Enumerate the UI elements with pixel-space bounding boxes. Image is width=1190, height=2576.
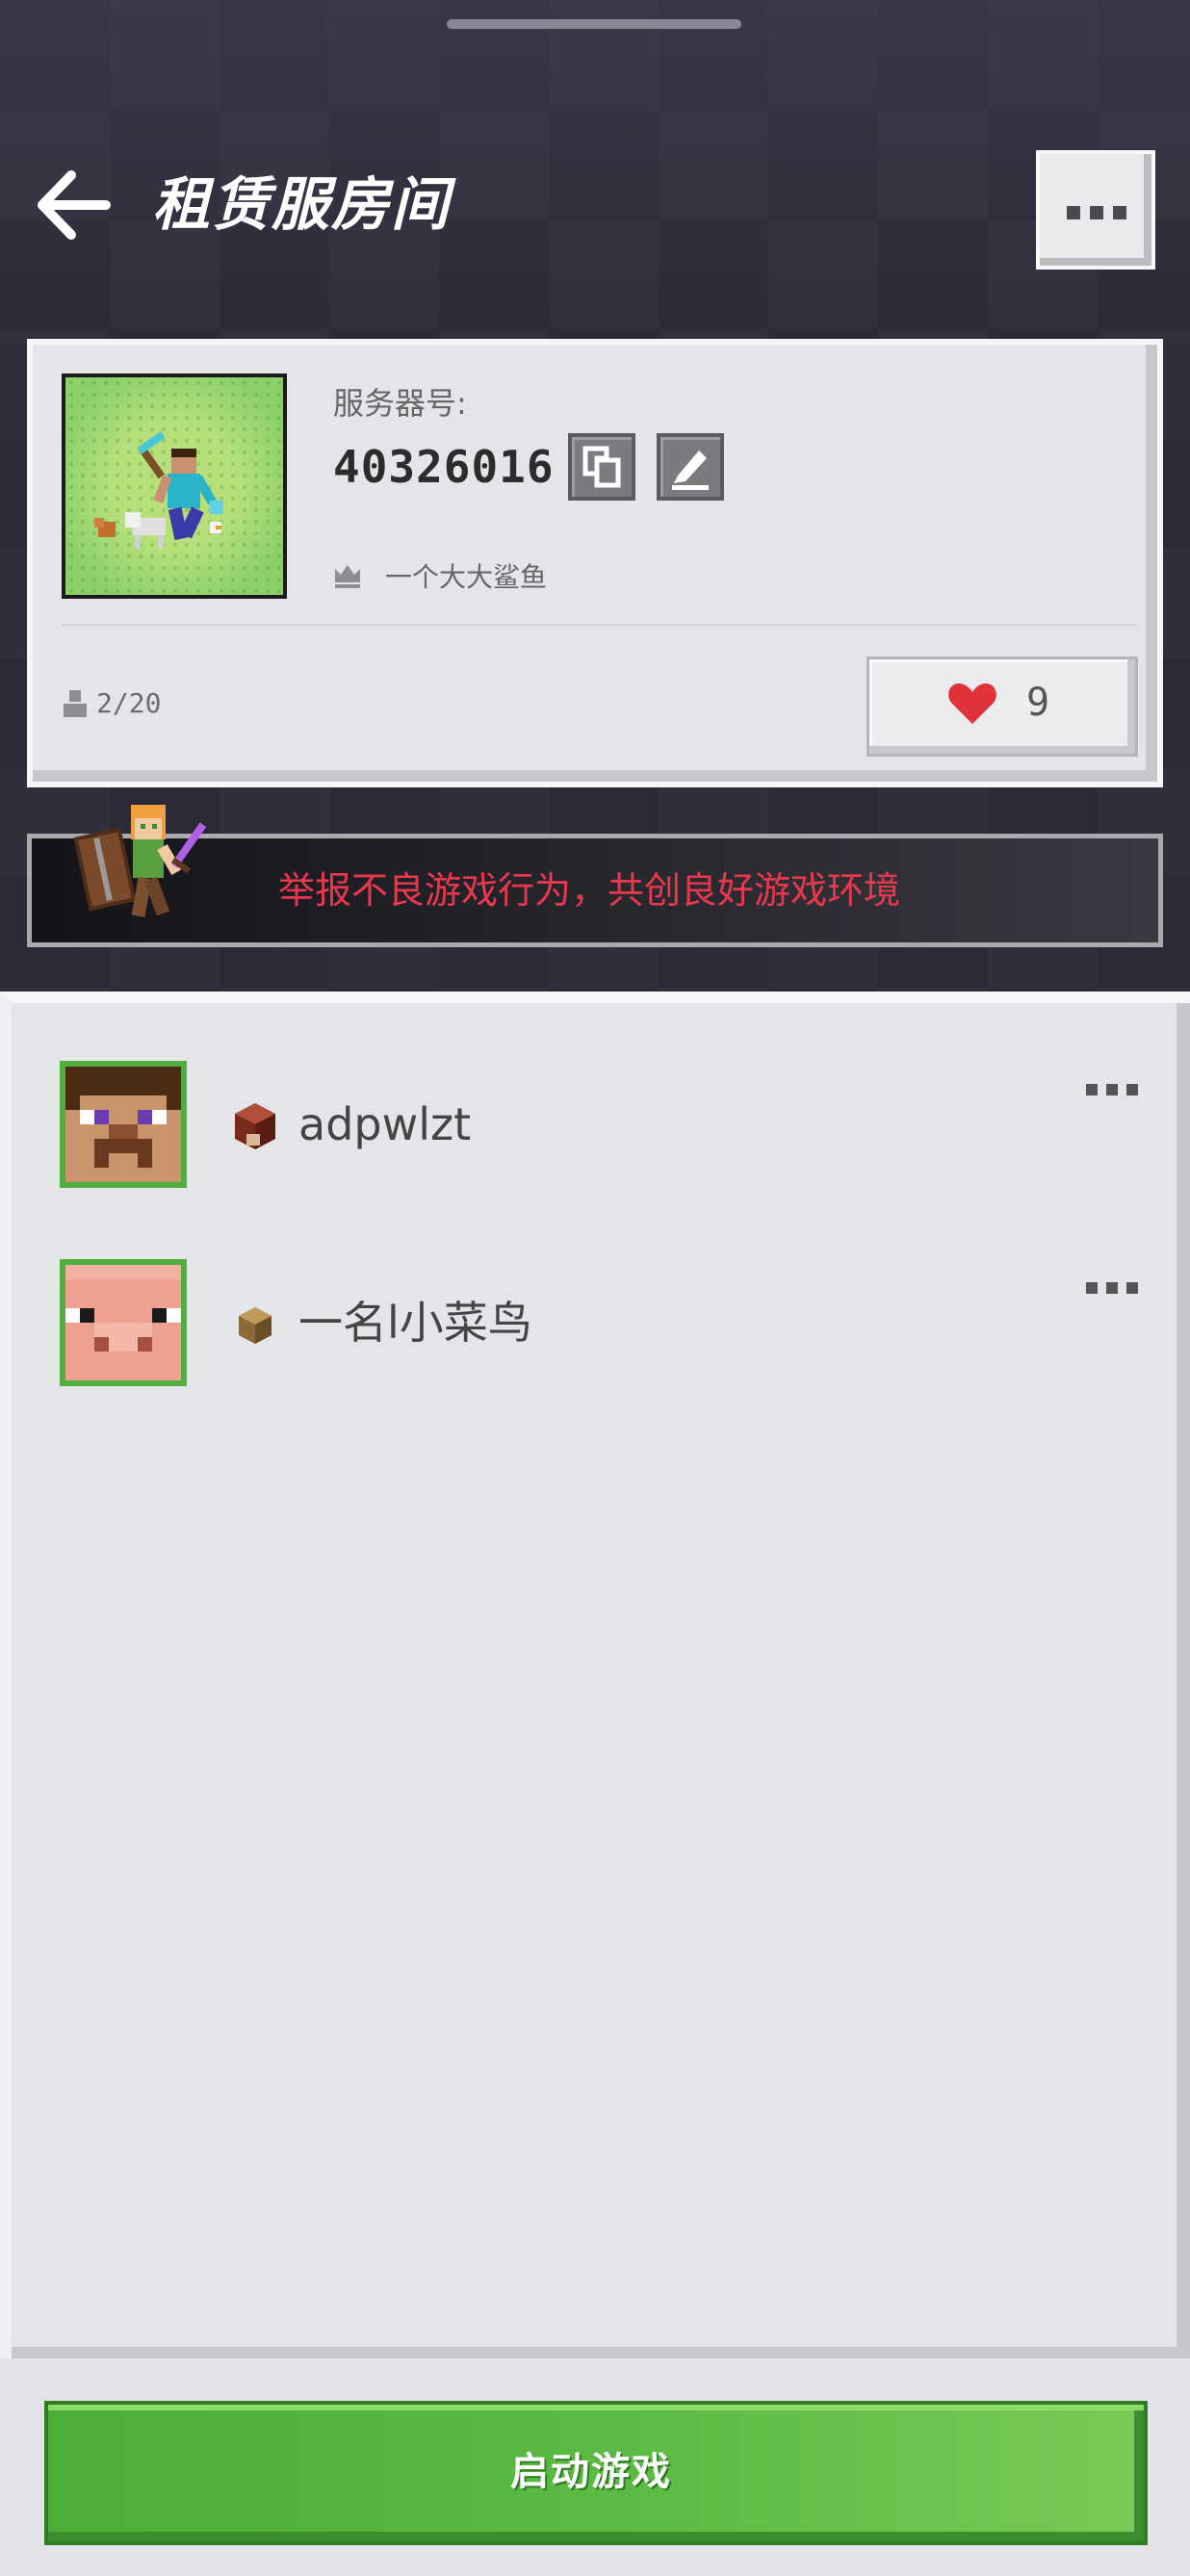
wood-block-icon (239, 1307, 272, 1344)
back-button[interactable] (35, 166, 114, 245)
owner-name: 一个大大鲨鱼 (385, 561, 548, 593)
alex-character-image (58, 795, 231, 949)
arrow-left-icon (38, 170, 111, 240)
player-name: 一名l小菜鸟 (298, 1297, 532, 1349)
list-item[interactable]: 一名l小菜鸟 (50, 1259, 1167, 1390)
card-divider (62, 624, 1136, 626)
server-thumbnail (62, 374, 287, 599)
player-count-text: 2/20 (96, 686, 162, 719)
list-item[interactable]: adpwlzt (50, 1061, 1167, 1192)
player-list: adpwlzt 一名l小菜鸟 (0, 992, 1190, 2358)
player-more-button[interactable] (1076, 1074, 1148, 1105)
copy-button[interactable] (568, 433, 635, 501)
like-button[interactable]: 9 (867, 657, 1138, 757)
heart-icon (948, 683, 996, 724)
server-number: 40326016 (333, 441, 555, 493)
more-options-button[interactable] (1036, 150, 1155, 270)
person-icon (64, 690, 87, 717)
report-banner-text: 举报不良游戏行为，共创良好游戏环境 (278, 869, 901, 912)
edit-pencil-icon (672, 451, 709, 490)
player-count: 2/20 (62, 683, 161, 722)
copy-icon (582, 446, 621, 488)
bottom-bar: 启动游戏 (0, 2358, 1190, 2576)
start-game-label: 启动游戏 (510, 2450, 672, 2494)
crown-icon (335, 565, 360, 588)
like-count: 9 (1025, 681, 1050, 725)
server-number-label: 服务器号: (333, 385, 467, 422)
player-name: adpwlzt (298, 1098, 472, 1150)
start-game-button[interactable]: 启动游戏 (44, 2401, 1148, 2545)
sheet-grabber[interactable] (447, 19, 741, 29)
owner-row: 一个大大鲨鱼 (333, 556, 547, 595)
pig-avatar (60, 1259, 187, 1386)
steve-avatar (60, 1061, 187, 1188)
edit-button[interactable] (657, 433, 724, 501)
redstone-block-icon (235, 1103, 275, 1149)
server-card: 服务器号: 40326016 一个大大鲨鱼 2/20 9 (27, 339, 1163, 787)
player-more-button[interactable] (1076, 1273, 1148, 1303)
page-title: 租赁服房间 (152, 171, 451, 239)
more-dots-icon (1067, 206, 1126, 219)
